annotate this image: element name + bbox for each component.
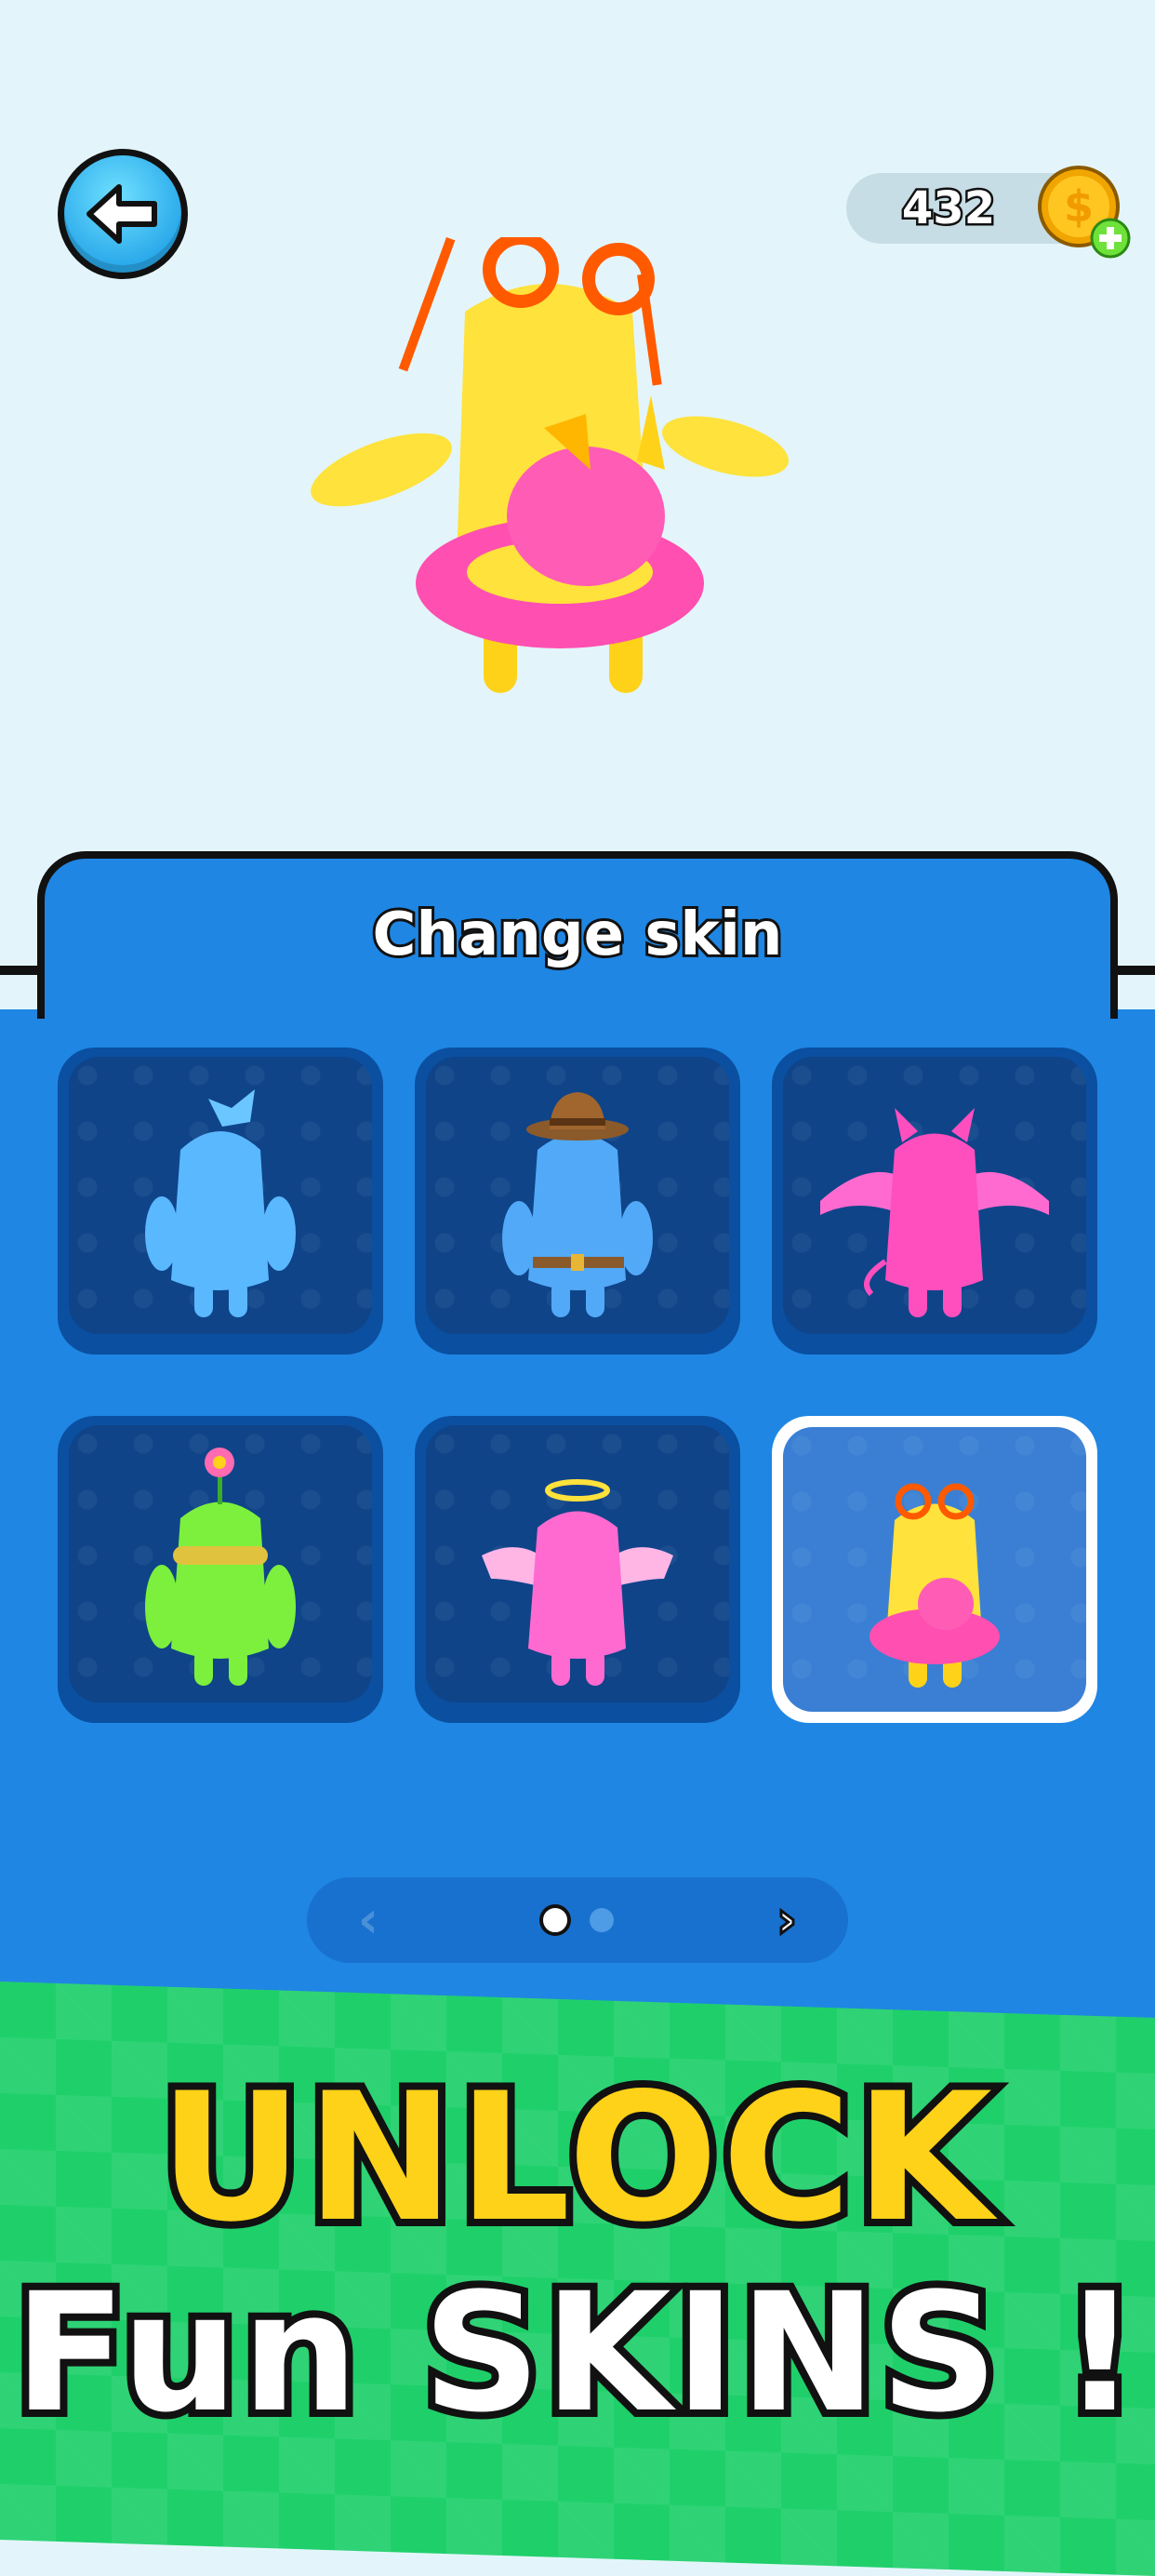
- promo-headline-line1: UNLOCK: [152, 2055, 1000, 2261]
- page-dot-active: [539, 1904, 571, 1936]
- pink-devil-skin: [820, 1108, 1049, 1317]
- prev-page-button[interactable]: ‹: [335, 1887, 402, 1954]
- page-dot[interactable]: [590, 1908, 614, 1932]
- pink-angel-skin: [482, 1479, 673, 1686]
- skin-tile[interactable]: [415, 1048, 740, 1355]
- skin-tile[interactable]: [415, 1416, 740, 1723]
- skin-tile[interactable]: [58, 1048, 383, 1355]
- blue-skin-with-bow: [145, 1089, 296, 1317]
- pagination-bar: ‹ ›: [307, 1877, 848, 1963]
- green-skin-with-flower: [145, 1448, 296, 1686]
- selected-skin-preview[interactable]: [307, 237, 790, 702]
- promo-headline-line2: Fun SKINS !: [7, 2253, 1145, 2454]
- next-page-button[interactable]: ›: [753, 1887, 820, 1954]
- svg-text:$: $: [1064, 181, 1094, 232]
- skin-tile[interactable]: [58, 1416, 383, 1723]
- coin-plus-icon[interactable]: $: [1032, 160, 1135, 262]
- panel-title: Change skin: [370, 898, 786, 972]
- yellow-skin-with-float: [870, 1483, 1000, 1688]
- coin-count: 432: [899, 180, 997, 237]
- back-button[interactable]: [58, 149, 188, 279]
- back-arrow-icon: [86, 184, 157, 244]
- blue-skin-with-cowboy-hat: [502, 1092, 653, 1317]
- skin-tile[interactable]: [772, 1048, 1097, 1355]
- skin-tile-selected[interactable]: [772, 1416, 1097, 1723]
